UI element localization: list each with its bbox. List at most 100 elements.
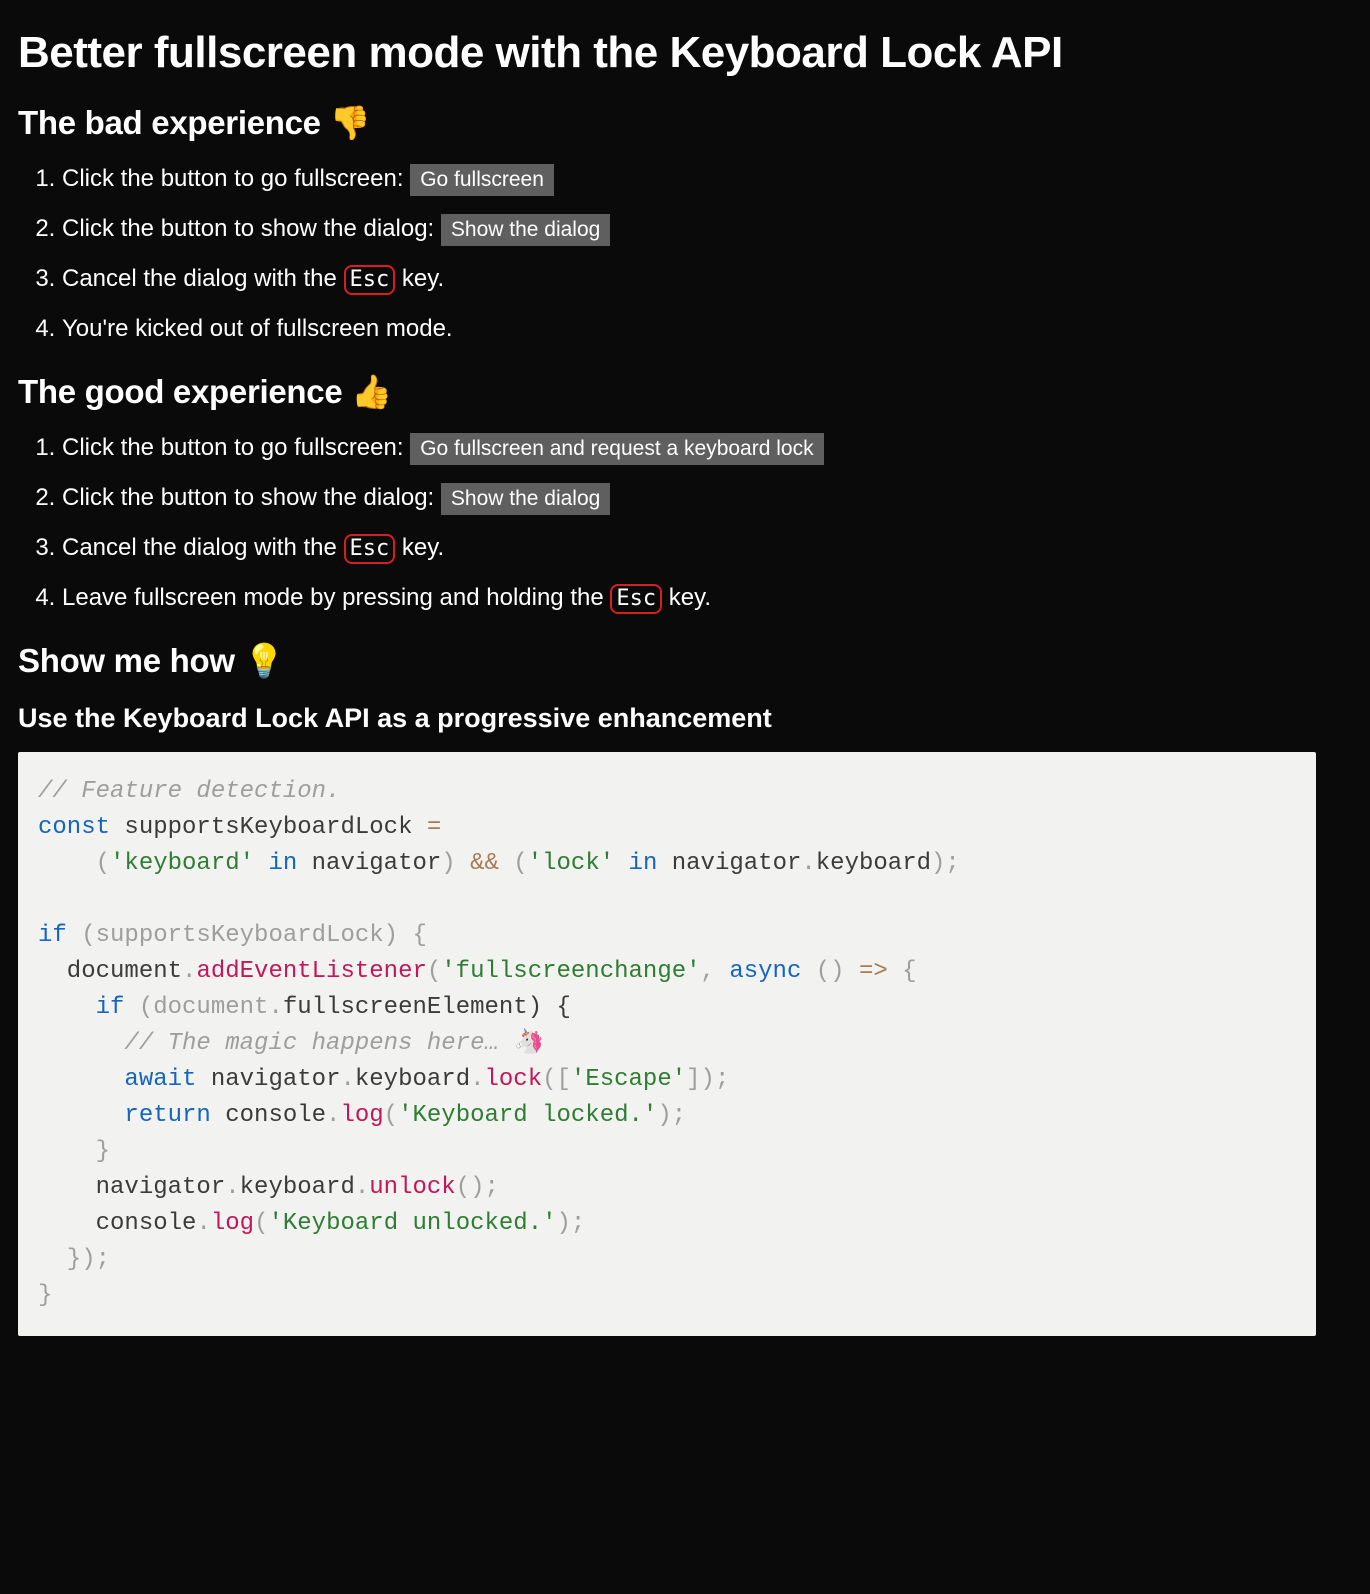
code-punct: . — [326, 1102, 340, 1129]
code-string: 'Keyboard locked.' — [398, 1102, 657, 1129]
list-item: Click the button to go fullscreen: Go fu… — [62, 161, 1352, 197]
esc-key: Esc — [344, 265, 396, 295]
step-text: You're kicked out of fullscreen mode. — [62, 315, 453, 342]
list-item: Cancel the dialog with the Esc key. — [62, 530, 1352, 566]
code-punct: } — [38, 1282, 52, 1309]
code-ident: navigator — [312, 850, 442, 877]
code-keyword: if — [38, 994, 124, 1021]
code-op: && — [470, 850, 499, 877]
good-heading: The good experience 👍 — [18, 373, 1352, 412]
code-punct: ([ — [542, 1066, 571, 1093]
code-punct: } — [38, 1138, 110, 1165]
code-ident: keyboard — [816, 850, 931, 877]
code-punct: . — [340, 1066, 354, 1093]
esc-key: Esc — [610, 584, 662, 614]
step-text: key. — [662, 584, 711, 611]
good-list: Click the button to go fullscreen: Go fu… — [18, 430, 1352, 616]
code-fn: lock — [485, 1066, 543, 1093]
code-punct: { — [888, 958, 917, 985]
code-punct: . — [470, 1066, 484, 1093]
code-string: 'Escape' — [571, 1066, 686, 1093]
code-punct: ); — [931, 850, 960, 877]
esc-key: Esc — [344, 534, 396, 564]
how-heading: Show me how 💡 — [18, 642, 1352, 681]
step-text: key. — [395, 534, 444, 561]
code-keyword: if — [38, 922, 67, 949]
code-punct: . — [225, 1174, 239, 1201]
code-keyword: async — [729, 958, 801, 985]
go-fullscreen-lock-button[interactable]: Go fullscreen and request a keyboard loc… — [410, 433, 823, 465]
code-keyword: await — [38, 1066, 196, 1093]
bad-heading: The bad experience 👎 — [18, 104, 1352, 143]
list-item: Click the button to show the dialog: Sho… — [62, 211, 1352, 247]
step-text: Click the button to go fullscreen: — [62, 434, 410, 461]
code-ident: navigator — [672, 850, 802, 877]
step-text: key. — [395, 265, 444, 292]
code-op: = — [427, 814, 441, 841]
code-ident: supportsKeyboardLock — [110, 814, 427, 841]
code-punct: (supportsKeyboardLock) { — [67, 922, 427, 949]
code-punct: . — [355, 1174, 369, 1201]
show-dialog-button[interactable]: Show the dialog — [441, 214, 610, 246]
list-item: Click the button to show the dialog: Sho… — [62, 480, 1352, 516]
code-string: 'keyboard' — [110, 850, 254, 877]
code-comment: // The magic happens here… 🦄 — [38, 1030, 543, 1057]
code-punct: ]); — [686, 1066, 729, 1093]
go-fullscreen-button[interactable]: Go fullscreen — [410, 164, 554, 196]
code-punct: , — [701, 958, 730, 985]
step-text: Click the button to show the dialog: — [62, 215, 441, 242]
code-ident: document — [38, 958, 182, 985]
code-fn: addEventListener — [196, 958, 426, 985]
code-comment: // Feature detection. — [38, 778, 340, 805]
code-punct: ); — [657, 1102, 686, 1129]
code-punct: ( — [384, 1102, 398, 1129]
step-text: Leave fullscreen mode by pressing and ho… — [62, 584, 610, 611]
list-item: You're kicked out of fullscreen mode. — [62, 311, 1352, 347]
code-ident: console — [211, 1102, 326, 1129]
step-text: Click the button to show the dialog: — [62, 484, 441, 511]
code-fn: log — [340, 1102, 383, 1129]
code-punct: () — [801, 958, 859, 985]
list-item: Click the button to go fullscreen: Go fu… — [62, 430, 1352, 466]
step-text: Click the button to go fullscreen: — [62, 165, 410, 192]
code-punct: . — [196, 1210, 210, 1237]
code-string: 'Keyboard unlocked.' — [268, 1210, 556, 1237]
list-item: Cancel the dialog with the Esc key. — [62, 261, 1352, 297]
code-ident: fullscreenElement) { — [283, 994, 571, 1021]
code-keyword: const — [38, 814, 110, 841]
code-punct: . — [268, 994, 282, 1021]
bad-list: Click the button to go fullscreen: Go fu… — [18, 161, 1352, 347]
code-punct: (); — [456, 1174, 499, 1201]
code-ident: navigator — [211, 1066, 341, 1093]
code-punct: ( — [38, 850, 110, 877]
code-fn: log — [211, 1210, 254, 1237]
code-sp — [196, 1066, 210, 1093]
code-punct: ); — [557, 1210, 586, 1237]
code-ident: keyboard — [355, 1066, 470, 1093]
code-ident: console — [38, 1210, 196, 1237]
code-punct: . — [182, 958, 196, 985]
code-punct: ( — [254, 1210, 268, 1237]
code-punct: }); — [38, 1246, 110, 1273]
code-punct: ( — [427, 958, 441, 985]
step-text: Cancel the dialog with the — [62, 534, 344, 561]
code-keyword: in — [614, 850, 672, 877]
show-dialog-button[interactable]: Show the dialog — [441, 483, 610, 515]
step-text: Cancel the dialog with the — [62, 265, 344, 292]
code-fn: unlock — [369, 1174, 455, 1201]
code-keyword: return — [38, 1102, 211, 1129]
page-title: Better fullscreen mode with the Keyboard… — [18, 28, 1352, 78]
code-punct: ) — [441, 850, 470, 877]
code-keyword: in — [254, 850, 312, 877]
code-ident: keyboard — [240, 1174, 355, 1201]
code-string: 'fullscreenchange' — [441, 958, 700, 985]
code-string: 'lock' — [528, 850, 614, 877]
code-punct: (document — [124, 994, 268, 1021]
code-op: => — [859, 958, 888, 985]
code-block: // Feature detection. const supportsKeyb… — [18, 752, 1316, 1336]
list-item: Leave fullscreen mode by pressing and ho… — [62, 580, 1352, 616]
code-punct: . — [801, 850, 815, 877]
code-ident: navigator — [38, 1174, 225, 1201]
how-subheading: Use the Keyboard Lock API as a progressi… — [18, 703, 1352, 734]
code-punct: ( — [499, 850, 528, 877]
